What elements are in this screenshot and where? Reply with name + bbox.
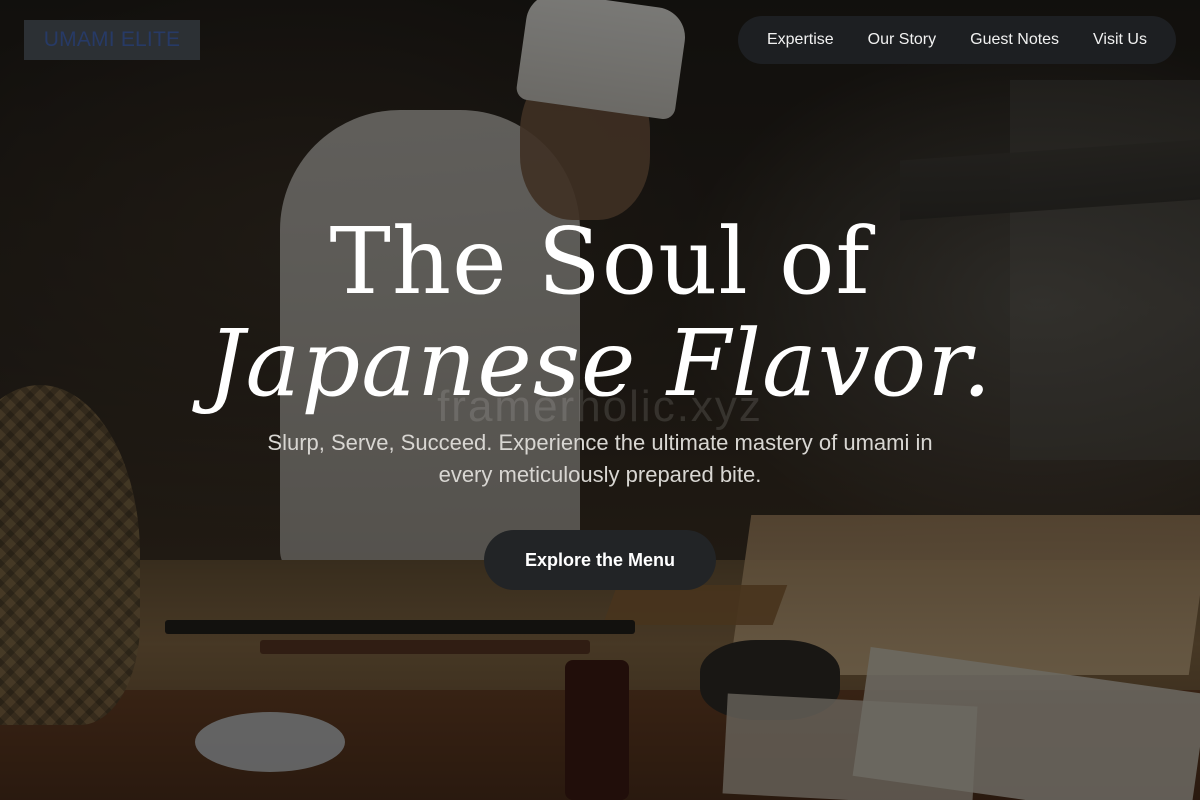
nav-link-guest-notes[interactable]: Guest Notes <box>970 31 1059 49</box>
explore-menu-button[interactable]: Explore the Menu <box>484 530 716 590</box>
hero-subtitle: Slurp, Serve, Succeed. Experience the ul… <box>267 430 933 487</box>
nav-link-visit-us[interactable]: Visit Us <box>1093 31 1147 49</box>
nav-link-our-story[interactable]: Our Story <box>868 31 936 49</box>
watermark-text: framerholic.xyz <box>437 382 763 431</box>
nav-link-expertise[interactable]: Expertise <box>767 31 834 49</box>
main-nav: Expertise Our Story Guest Notes Visit Us <box>738 16 1176 64</box>
hero-title-line1: The Soul of <box>329 208 871 315</box>
brand-logo[interactable]: UMAMI ELITE <box>24 20 200 60</box>
